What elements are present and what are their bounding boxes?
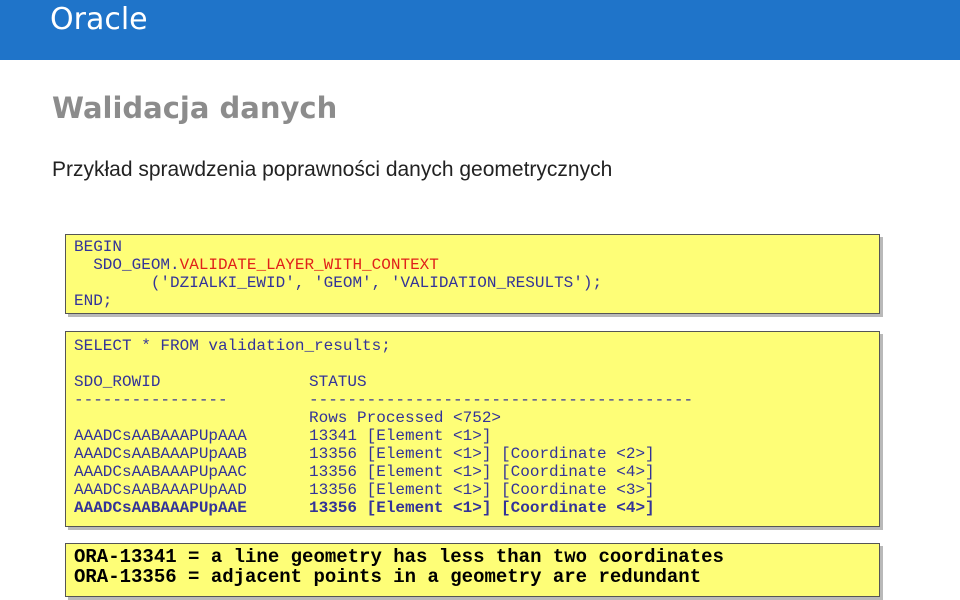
error-description-13356: ORA-13356 = adjacent points in a geometr…: [74, 566, 702, 588]
query-result-box: SELECT * FROM validation_results; SDO_ROW…: [65, 331, 880, 527]
code-line-procedure: SDO_GEOM.VALIDATE_LAYER_WITH_CONTEXT: [74, 256, 879, 274]
code-line-arguments: ('DZIALKI_EWID', 'GEOM', 'VALIDATION_RES…: [74, 274, 603, 292]
table-row: AAADCsAABAAAPUpAAE 13356 [Element <1>] [C…: [74, 499, 879, 517]
summary-row: Rows Processed <752>: [74, 409, 879, 427]
row-status: 13356 [Element <1>] [Coordinate <3>]: [309, 481, 655, 499]
table-row: AAADCsAABAAAPUpAAB 13356 [Element <1>] [C…: [74, 445, 879, 463]
table-row: AAADCsAABAAAPUpAAA 13341 [Element <1>]: [74, 427, 879, 445]
result-header-row: SDO_ROWID STATUS: [74, 373, 879, 391]
row-status: 13356 [Element <1>] [Coordinate <4>]: [309, 499, 655, 517]
table-row: AAADCsAABAAAPUpAAD 13356 [Element <1>] [C…: [74, 481, 879, 499]
slide-subtitle: Przykład sprawdzenia poprawności danych …: [52, 158, 613, 181]
separator-rowid: ----------------: [74, 391, 228, 409]
code-line-end: END;: [74, 292, 113, 310]
plsql-code-box: BEGIN SDO_GEOM.VALIDATE_LAYER_WITH_CONTE…: [65, 234, 880, 314]
slide-title: Walidacja danych: [52, 91, 338, 125]
code-procedure-prefix: SDO_GEOM.: [74, 256, 180, 274]
error-legend-box: ORA-13341 = a line geometry has less tha…: [65, 543, 880, 597]
row-rowid: AAADCsAABAAAPUpAAE: [74, 499, 247, 517]
code-line-begin: BEGIN: [74, 238, 123, 256]
rows-processed: Rows Processed <752>: [309, 409, 502, 427]
row-rowid: AAADCsAABAAAPUpAAD: [74, 481, 247, 499]
code-procedure-name: VALIDATE_LAYER_WITH_CONTEXT: [179, 256, 439, 274]
header-bar: Oracle: [0, 0, 960, 60]
table-row: AAADCsAABAAAPUpAAC 13356 [Element <1>] [C…: [74, 463, 879, 481]
separator-status: ----------------------------------------: [309, 391, 694, 409]
row-status: 13341 [Element <1>]: [309, 427, 492, 445]
row-status: 13356 [Element <1>] [Coordinate <2>]: [309, 445, 655, 463]
column-header-status: STATUS: [309, 373, 367, 391]
header-title: Oracle: [50, 2, 148, 37]
row-rowid: AAADCsAABAAAPUpAAB: [74, 445, 247, 463]
separator-row: ---------------- ------------------------…: [74, 391, 879, 409]
column-header-rowid: SDO_ROWID: [74, 373, 161, 391]
row-rowid: AAADCsAABAAAPUpAAC: [74, 463, 247, 481]
row-rowid: AAADCsAABAAAPUpAAA: [74, 427, 247, 445]
row-status: 13356 [Element <1>] [Coordinate <4>]: [309, 463, 655, 481]
error-description-13341: ORA-13341 = a line geometry has less tha…: [74, 546, 724, 568]
select-statement: SELECT * FROM validation_results;: [74, 337, 391, 355]
